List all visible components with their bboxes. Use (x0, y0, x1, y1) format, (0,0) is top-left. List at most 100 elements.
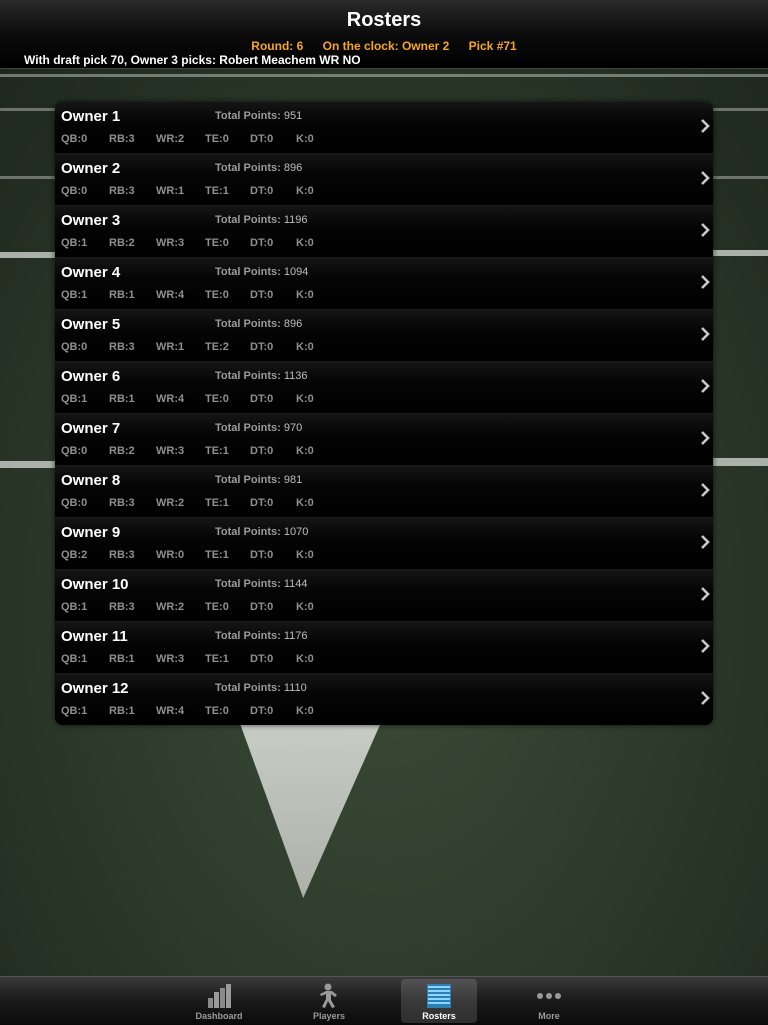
position-count-k: K:0 (296, 601, 314, 613)
position-count-wr: WR:1 (156, 341, 185, 353)
tab-players[interactable]: Players (291, 979, 367, 1023)
position-count-wr: WR:3 (156, 237, 185, 249)
total-points-value: 1094 (283, 266, 309, 278)
total-points-label: Total Points: (215, 682, 281, 694)
total-points-value: 896 (283, 318, 303, 330)
total-points-value: 1196 (283, 214, 308, 226)
tab-more[interactable]: More (511, 979, 587, 1023)
roster-list: Owner 1 Total Points: 951 QB:0 RB:3 WR:2 TE:0… (55, 102, 713, 725)
owner-name: Owner 4 (61, 264, 121, 281)
position-count-te: TE:0 (205, 133, 229, 145)
total-points-label: Total Points: (215, 266, 281, 278)
position-count-rb: RB:1 (109, 289, 135, 301)
tab-bar: Dashboard Players Rosters More (0, 976, 768, 1025)
total-points: Total Points: 1144 (215, 578, 308, 590)
total-points-value: 951 (283, 110, 303, 122)
position-count-te: TE:0 (205, 601, 229, 613)
total-points: Total Points: 896 (215, 162, 302, 174)
roster-row[interactable]: Owner 11 Total Points: 1176 QB:1 RB:1 WR:3 TE… (55, 622, 713, 674)
owner-name: Owner 10 (61, 576, 129, 593)
owner-name: Owner 5 (61, 316, 121, 333)
position-count-te: TE:1 (205, 653, 229, 665)
football-player-icon (320, 983, 337, 1008)
position-count-qb: QB:0 (61, 133, 88, 145)
owner-name: Owner 9 (61, 524, 121, 541)
tab-rosters[interactable]: Rosters (401, 979, 477, 1023)
roster-row[interactable]: Owner 7 Total Points: 970 QB:0 RB:2 WR:3 TE:1… (55, 414, 713, 466)
roster-row[interactable]: Owner 6 Total Points: 1136 QB:1 RB:1 WR:4 TE:… (55, 362, 713, 414)
position-count-wr: WR:4 (156, 393, 185, 405)
position-count-k: K:0 (296, 341, 314, 353)
owner-name: Owner 12 (61, 680, 129, 697)
chevron-right-icon (701, 535, 710, 549)
total-points-value: 1176 (283, 630, 308, 642)
position-count-rb: RB:3 (109, 497, 135, 509)
position-count-dt: DT:0 (250, 445, 274, 457)
chevron-right-icon (701, 483, 710, 497)
nav-bar: Rosters Round: 6 On the clock: Owner 2 P… (0, 0, 768, 69)
chevron-right-icon (701, 171, 710, 185)
roster-row[interactable]: Owner 5 Total Points: 896 QB:0 RB:3 WR:1 TE:2… (55, 310, 713, 362)
draft-status: Round: 6 On the clock: Owner 2 Pick #71 (0, 39, 768, 53)
pick-label: Pick #71 (468, 39, 517, 53)
position-count-rb: RB:3 (109, 133, 135, 145)
position-count-wr: WR:2 (156, 601, 185, 613)
total-points: Total Points: 1094 (215, 266, 308, 278)
roster-row[interactable]: Owner 8 Total Points: 981 QB:0 RB:3 WR:2 TE:1… (55, 466, 713, 518)
field-wedge-marking (238, 718, 383, 898)
position-count-dt: DT:0 (250, 705, 274, 717)
position-count-wr: WR:0 (156, 549, 185, 561)
position-count-rb: RB:2 (109, 445, 135, 457)
chevron-right-icon (701, 379, 710, 393)
tab-label: More (538, 1011, 560, 1021)
position-count-qb: QB:1 (61, 237, 88, 249)
position-count-wr: WR:4 (156, 289, 185, 301)
position-count-wr: WR:2 (156, 133, 185, 145)
total-points-label: Total Points: (215, 630, 281, 642)
position-count-te: TE:1 (205, 497, 229, 509)
roster-row[interactable]: Owner 4 Total Points: 1094 QB:1 RB:1 WR:4 TE:… (55, 258, 713, 310)
tab-dashboard[interactable]: Dashboard (181, 979, 257, 1023)
position-count-qb: QB:2 (61, 549, 88, 561)
owner-name: Owner 11 (61, 628, 128, 645)
position-count-te: TE:2 (205, 341, 229, 353)
position-count-k: K:0 (296, 497, 314, 509)
position-count-k: K:0 (296, 133, 314, 145)
owner-name: Owner 3 (61, 212, 121, 229)
total-points: Total Points: 981 (215, 474, 302, 486)
list-icon (427, 984, 451, 1008)
position-count-dt: DT:0 (250, 237, 274, 249)
position-count-k: K:0 (296, 653, 314, 665)
roster-row[interactable]: Owner 12 Total Points: 1110 QB:1 RB:1 WR:4 TE… (55, 674, 713, 725)
position-count-te: TE:1 (205, 445, 229, 457)
chevron-right-icon (701, 691, 710, 705)
chevron-right-icon (701, 431, 710, 445)
total-points-label: Total Points: (215, 162, 281, 174)
total-points: Total Points: 970 (215, 422, 302, 434)
position-count-qb: QB:0 (61, 185, 88, 197)
position-count-qb: QB:0 (61, 341, 88, 353)
roster-row[interactable]: Owner 1 Total Points: 951 QB:0 RB:3 WR:2 TE:0… (55, 102, 713, 154)
position-count-qb: QB:0 (61, 445, 88, 457)
total-points-label: Total Points: (215, 214, 281, 226)
roster-row[interactable]: Owner 9 Total Points: 1070 QB:2 RB:3 WR:0 TE:… (55, 518, 713, 570)
total-points: Total Points: 951 (215, 110, 302, 122)
position-count-wr: WR:3 (156, 653, 185, 665)
total-points-value: 970 (283, 422, 303, 434)
roster-row[interactable]: Owner 3 Total Points: 1196 QB:1 RB:2 WR:3 TE:… (55, 206, 713, 258)
position-count-k: K:0 (296, 393, 314, 405)
tab-label: Players (312, 1011, 346, 1021)
chevron-right-icon (701, 639, 710, 653)
position-count-rb: RB:1 (109, 393, 135, 405)
position-count-dt: DT:0 (250, 289, 274, 301)
total-points-label: Total Points: (215, 110, 281, 122)
position-count-qb: QB:1 (61, 289, 88, 301)
total-points-label: Total Points: (215, 578, 281, 590)
more-dots-icon (537, 993, 561, 999)
position-count-qb: QB:0 (61, 497, 88, 509)
roster-row[interactable]: Owner 2 Total Points: 896 QB:0 RB:3 WR:1 TE:1… (55, 154, 713, 206)
roster-row[interactable]: Owner 10 Total Points: 1144 QB:1 RB:3 WR:2 TE… (55, 570, 713, 622)
position-count-dt: DT:0 (250, 393, 274, 405)
position-count-wr: WR:1 (156, 185, 185, 197)
total-points-value: 896 (283, 162, 303, 174)
